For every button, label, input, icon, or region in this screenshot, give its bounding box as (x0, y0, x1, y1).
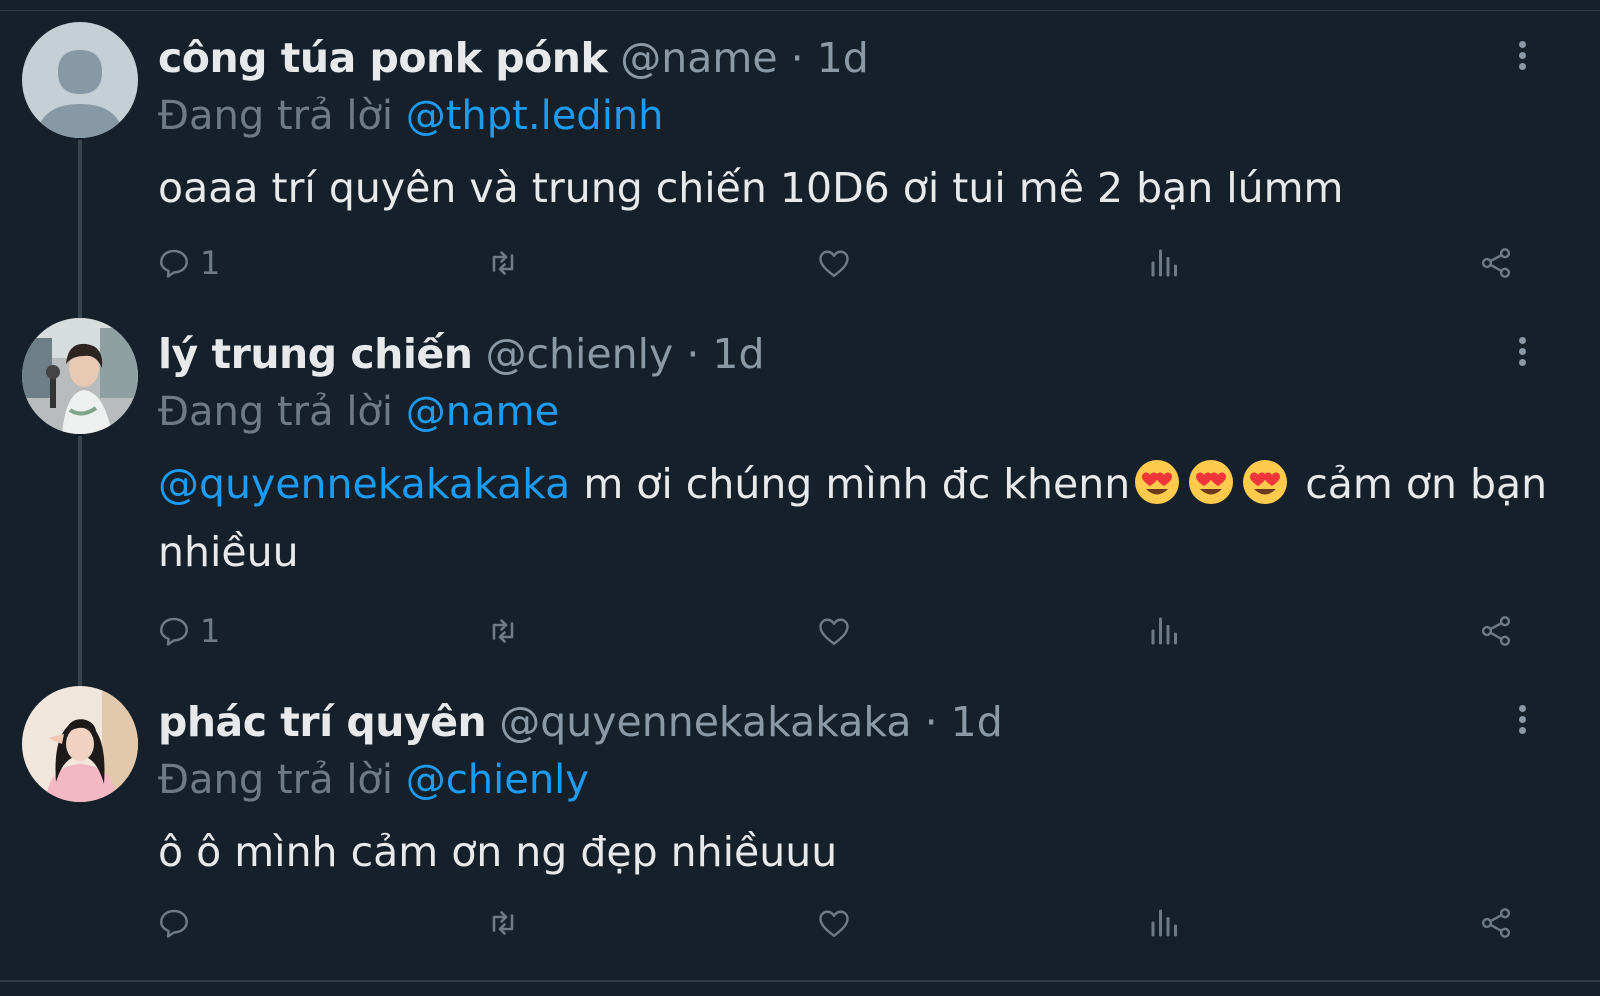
share-icon (1481, 616, 1511, 646)
heart-eyes-emoji-icon (1243, 460, 1288, 504)
share-button[interactable] (1478, 606, 1514, 656)
replying-prefix: Đang trả lời (158, 389, 394, 435)
retweet-icon (492, 251, 514, 275)
top-divider (0, 0, 1600, 11)
replying-to-mention[interactable]: @chienly (406, 757, 589, 803)
tweet-header: công túa ponk pónk @name · 1d (158, 28, 869, 88)
display-name[interactable]: công túa ponk pónk (158, 34, 608, 82)
display-name[interactable]: lý trung chiến (158, 330, 473, 378)
views-button[interactable] (1147, 238, 1183, 288)
heart-eyes-emoji-icon (1189, 460, 1234, 504)
retweet-button[interactable] (485, 606, 521, 656)
share-button[interactable] (1478, 238, 1514, 288)
share-icon (1481, 248, 1511, 278)
more-options-icon[interactable] (1512, 334, 1532, 374)
tweet-text: @quyennekakakaka m ơi chúng mình đc khen… (158, 450, 1548, 586)
user-handle[interactable]: @chienly (485, 330, 673, 378)
reply-icon (160, 617, 188, 646)
heart-eyes-emoji-icon (1135, 460, 1180, 504)
replying-to: Đang trả lời @name (158, 382, 559, 442)
body-mention[interactable]: @quyennekakakaka (158, 460, 570, 508)
replying-to: Đang trả lời @thpt.ledinh (158, 86, 664, 146)
tweet-actions: 1 (0, 606, 1600, 656)
share-button[interactable] (1478, 898, 1514, 948)
views-icon (1151, 909, 1177, 937)
timestamp[interactable]: 1d (951, 698, 1003, 746)
tweet-text: oaaa trí quyên và trung chiến 10D6 ơi tu… (158, 164, 1344, 212)
separator-dot: · (686, 330, 700, 378)
user-photo-icon (22, 686, 138, 802)
replying-to: Đang trả lời @chienly (158, 750, 589, 810)
timestamp[interactable]: 1d (817, 34, 869, 82)
reply-button[interactable]: 1 (156, 238, 220, 288)
retweet-icon (492, 619, 514, 643)
thread-line (78, 140, 82, 318)
timestamp[interactable]: 1d (712, 330, 764, 378)
tweet-actions: 1 (0, 238, 1600, 288)
tweet-text: ô ô mình cảm ơn ng đẹp nhiềuuu (158, 828, 838, 876)
avatar[interactable] (22, 22, 138, 138)
display-name[interactable]: phác trí quyên (158, 698, 487, 746)
user-handle[interactable]: @name (620, 34, 777, 82)
like-button[interactable] (816, 606, 852, 656)
replying-to-mention[interactable]: @thpt.ledinh (406, 93, 664, 139)
reply-count: 1 (200, 612, 221, 650)
like-icon (819, 910, 849, 937)
default-avatar-icon (22, 22, 138, 138)
tweet-header: lý trung chiến @chienly · 1d (158, 324, 765, 384)
separator-dot: · (790, 34, 804, 82)
retweet-icon (492, 911, 514, 935)
retweet-button[interactable] (485, 238, 521, 288)
views-icon (1151, 617, 1177, 645)
like-button[interactable] (816, 238, 852, 288)
retweet-button[interactable] (485, 898, 521, 948)
avatar[interactable] (22, 318, 138, 434)
more-options-icon[interactable] (1512, 38, 1532, 78)
reply-count: 1 (200, 244, 221, 282)
more-options-icon[interactable] (1512, 702, 1532, 742)
user-handle[interactable]: @quyennekakakaka (499, 698, 911, 746)
reply-icon (160, 909, 188, 938)
like-button[interactable] (816, 898, 852, 948)
share-icon (1481, 908, 1511, 938)
views-button[interactable] (1147, 898, 1183, 948)
user-photo-icon (22, 318, 138, 434)
views-button[interactable] (1147, 606, 1183, 656)
replying-to-mention[interactable]: @name (406, 389, 559, 435)
reply-button[interactable]: 1 (156, 606, 220, 656)
reply-button[interactable] (156, 898, 200, 948)
tweet-text-part: m ơi chúng mình đc khenn (570, 460, 1131, 508)
tweet-actions (0, 898, 1600, 948)
separator-dot: · (924, 698, 938, 746)
views-icon (1151, 249, 1177, 277)
avatar[interactable] (22, 686, 138, 802)
replying-prefix: Đang trả lời (158, 93, 394, 139)
reply-icon (160, 249, 188, 278)
like-icon (819, 250, 849, 277)
replying-prefix: Đang trả lời (158, 757, 394, 803)
like-icon (819, 618, 849, 645)
tweet-header: phác trí quyên @quyennekakakaka · 1d (158, 692, 1003, 752)
